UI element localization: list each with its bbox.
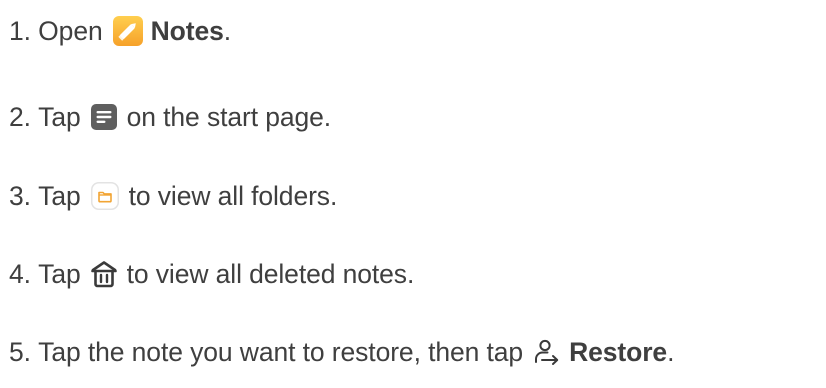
step-3-number: 3. — [9, 180, 31, 211]
step-3-text-before: Tap — [38, 180, 81, 211]
step-4-text-after: to view all deleted notes. — [126, 258, 415, 289]
notes-app-label: Notes — [150, 15, 224, 46]
step-2-number: 2. — [9, 101, 31, 132]
step-2-text-after: on the start page. — [126, 101, 332, 132]
restore-icon — [533, 338, 561, 366]
trash-icon — [90, 260, 117, 288]
step-2-text-before: Tap — [38, 101, 81, 132]
step-4-text-before: Tap — [38, 258, 81, 289]
folder-icon — [90, 182, 119, 210]
step-5-number: 5. — [9, 336, 31, 367]
step-3: 3. Tap to view all folders. — [9, 176, 337, 216]
step-4: 4. Tap to view all deleted notes. — [9, 254, 414, 294]
step-1-number: 1. — [9, 15, 31, 46]
step-2: 2. Tap on the start page. — [9, 97, 331, 137]
notes-list-icon — [90, 104, 117, 130]
step-1-text-after: . — [223, 15, 232, 46]
restore-label: Restore — [569, 336, 668, 367]
step-5-text-after: . — [667, 336, 675, 367]
step-5: 5. Tap the note you want to restore, the… — [9, 332, 674, 372]
step-1-text-before: Open — [38, 15, 103, 46]
step-4-number: 4. — [9, 258, 31, 289]
step-1: 1. Open Notes. — [9, 11, 231, 51]
step-3-text-after: to view all folders. — [128, 180, 338, 211]
step-5-text-before: Tap the note you want to restore, then t… — [38, 336, 524, 367]
notes-app-icon — [112, 16, 143, 46]
